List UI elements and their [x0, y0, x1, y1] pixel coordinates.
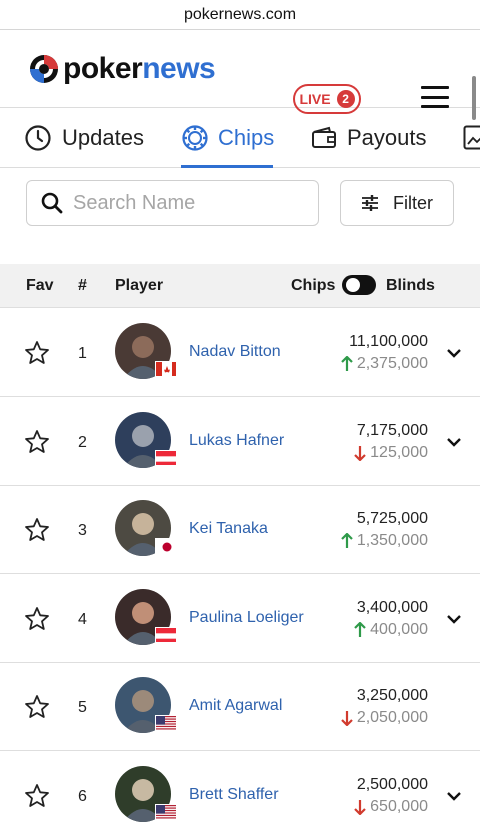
country-flag-icon: [155, 803, 177, 820]
chip-count: 2,500,000: [356, 775, 428, 793]
country-flag-icon: [155, 538, 177, 554]
player-name-link[interactable]: Lukas Hafner: [189, 432, 284, 450]
chip-change: 650,000: [354, 798, 428, 816]
favorite-star-icon[interactable]: [24, 517, 50, 543]
table-row[interactable]: 2 Lukas Hafner 7,175,000 125,000: [0, 398, 480, 486]
favorite-star-icon[interactable]: [24, 340, 50, 366]
player-rank: 4: [78, 610, 87, 628]
tab-payouts[interactable]: Payouts: [311, 108, 427, 168]
chip-change: 2,375,000: [341, 355, 428, 373]
filter-button[interactable]: Filter: [340, 180, 454, 226]
country-flag-icon: [155, 361, 177, 377]
player-rank: 3: [78, 522, 87, 539]
player-rank: 5: [78, 699, 87, 716]
column-blinds[interactable]: Blinds: [386, 277, 435, 295]
chip-change-value: 2,375,000: [356, 355, 428, 372]
arrow-up-icon: [354, 621, 366, 637]
chip-change-value: 650,000: [370, 797, 428, 815]
chevron-down-icon[interactable]: [446, 613, 462, 625]
country-flag-icon: [155, 715, 177, 731]
arrow-down-icon: [354, 445, 366, 461]
chip-change-value: 1,350,000: [356, 532, 428, 549]
active-tab-indicator: [181, 165, 273, 168]
table-row[interactable]: 5 Amit Agarwal 3,250,000 2,050,000: [0, 663, 480, 751]
url-text: pokernews.com: [183, 5, 297, 23]
favorite-star-icon[interactable]: [24, 694, 50, 720]
chip-change-value: 125,000: [370, 443, 428, 461]
search-input[interactable]: [73, 191, 303, 215]
table-row[interactable]: 3 Kei Tanaka 5,725,000 1,350,000: [0, 486, 480, 574]
tab-updates[interactable]: Updates: [24, 108, 144, 168]
country-flag-icon: [155, 449, 177, 466]
arrow-down-icon: [341, 711, 353, 726]
chevron-down-icon[interactable]: [446, 790, 462, 802]
clock-icon: [25, 125, 51, 151]
player-rank: 1: [78, 345, 87, 362]
player-name-link[interactable]: Nadav Bitton: [189, 343, 281, 361]
pokernews-logo[interactable]: pokernews: [29, 52, 216, 86]
search-icon: [41, 192, 63, 214]
table-header: Fav # Player Chips Blinds: [0, 264, 480, 308]
chip-count: 3,250,000: [356, 687, 428, 704]
filter-label: Filter: [393, 192, 433, 213]
tab-bar: Updates Chips Payouts: [0, 108, 480, 168]
chip-count: 11,100,000: [349, 333, 428, 350]
hamburger-menu-icon[interactable]: [421, 86, 449, 108]
live-count: 2: [336, 90, 355, 108]
chip-count: 3,400,000: [356, 598, 428, 616]
column-player: Player: [115, 277, 164, 294]
player-name-link[interactable]: Kei Tanaka: [189, 520, 268, 538]
pokernews-logo-icon: [30, 55, 58, 83]
browser-url-bar[interactable]: pokernews.com: [0, 0, 480, 30]
player-rank: 6: [78, 787, 87, 805]
chip-change: 400,000: [354, 621, 428, 639]
tab-chips-label: Chips: [218, 125, 275, 150]
player-name-link[interactable]: Brett Shaffer: [189, 786, 279, 804]
chip-change-value: 2,050,000: [356, 709, 428, 726]
chip-count: 5,725,000: [356, 510, 428, 527]
poker-chip-icon: [182, 125, 208, 151]
chip-change: 125,000: [354, 444, 428, 462]
sliders-icon: [362, 195, 378, 211]
chip-change-value: 400,000: [370, 620, 428, 638]
favorite-star-icon[interactable]: [24, 429, 50, 455]
player-name-link[interactable]: Amit Agarwal: [189, 697, 282, 715]
chevron-down-icon[interactable]: [446, 347, 462, 359]
chevron-down-icon[interactable]: [446, 436, 462, 448]
table-row[interactable]: 4 Paulina Loeliger 3,400,000 400,000: [0, 575, 480, 663]
logo-news-text: news: [142, 52, 216, 85]
chip-change: 2,050,000: [341, 709, 428, 727]
column-chips[interactable]: Chips: [291, 277, 335, 295]
favorite-star-icon[interactable]: [24, 783, 50, 809]
site-header: pokernews LIVE 2: [0, 30, 480, 114]
search-box[interactable]: [26, 180, 319, 226]
chips-blinds-toggle[interactable]: [342, 275, 376, 295]
logo-poker-text: poker: [63, 52, 143, 85]
table-row[interactable]: 6 Brett Shaffer 2,500,000 650,000: [0, 752, 480, 830]
column-rank: #: [78, 277, 87, 294]
player-rank: 2: [78, 433, 87, 451]
wallet-icon: [312, 126, 336, 148]
table-row[interactable]: 1 Nadav Bitton 11,100,000 2,375,000: [0, 309, 480, 397]
tab-chips[interactable]: Chips: [182, 108, 274, 168]
chip-count: 7,175,000: [356, 421, 428, 439]
live-label: LIVE: [299, 91, 331, 107]
arrow-up-icon: [341, 533, 353, 548]
tab-updates-label: Updates: [62, 125, 144, 150]
arrow-down-icon: [354, 799, 366, 815]
scrollbar[interactable]: [472, 76, 476, 120]
image-icon: [463, 125, 480, 150]
country-flag-icon: [155, 626, 177, 643]
arrow-up-icon: [341, 356, 353, 371]
favorite-star-icon[interactable]: [24, 606, 50, 632]
tab-payouts-label: Payouts: [347, 125, 427, 150]
chip-change: 1,350,000: [341, 532, 428, 550]
column-fav: Fav: [26, 277, 54, 294]
player-name-link[interactable]: Paulina Loeliger: [189, 609, 304, 627]
